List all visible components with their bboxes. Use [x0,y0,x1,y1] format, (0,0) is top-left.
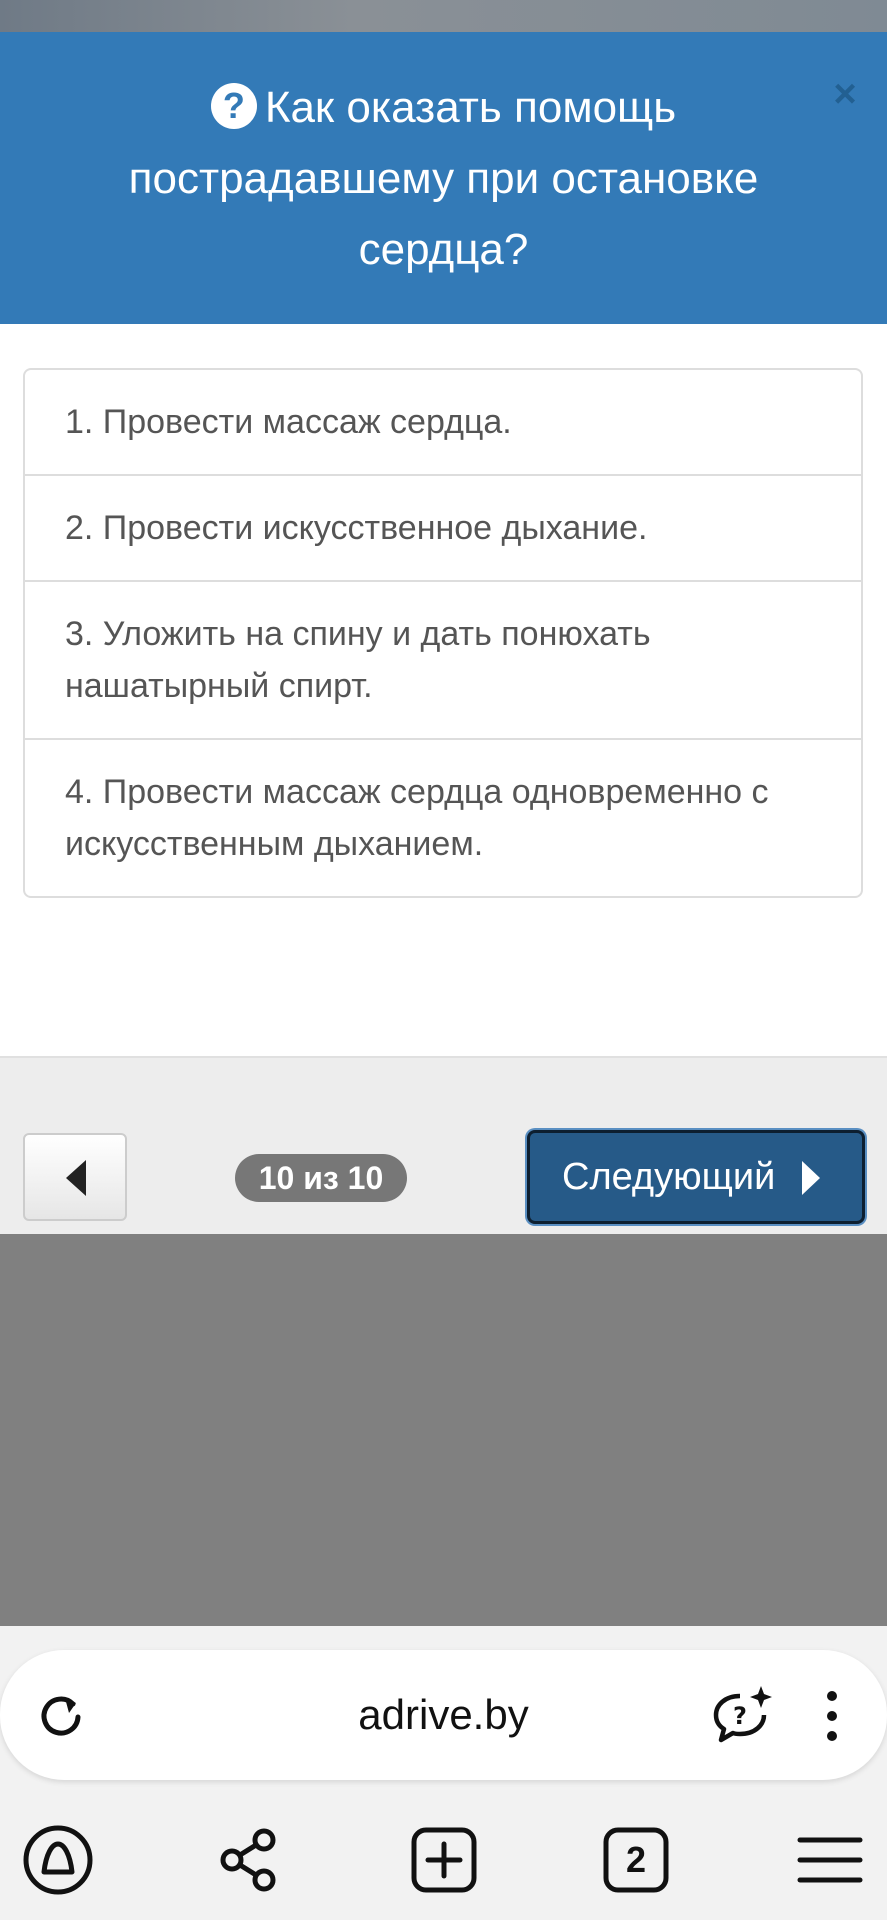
next-button[interactable]: Следующий [527,1130,865,1224]
question-counter: 10 из 10 [235,1154,407,1202]
svg-text:?: ? [733,1702,747,1730]
menu-icon[interactable] [794,1824,866,1896]
browser-toolbar: adrive.by ? 2 [0,1626,887,1920]
answer-option-4[interactable]: 4. Провести массаж сердца одновременно с… [25,740,861,896]
tabs-count: 2 [625,1839,647,1880]
quiz-modal: ? Как оказать помощь пострадавшему при ос… [0,32,887,1234]
answer-option-3[interactable]: 3. Уложить на спину и дать понюхать наша… [25,582,861,740]
share-icon[interactable] [214,1824,286,1896]
status-strip [0,0,887,32]
answer-list: 1. Провести массаж сердца. 2. Провести и… [23,368,863,898]
modal-footer: 10 из 10 Следующий [0,1056,887,1234]
new-tab-icon[interactable] [408,1824,480,1896]
reload-icon[interactable] [36,1690,86,1740]
close-button[interactable]: × [823,72,867,116]
caret-left-icon [66,1160,86,1196]
next-button-label: Следующий [562,1156,776,1198]
more-vert-icon[interactable] [820,1688,844,1744]
previous-button[interactable] [23,1133,127,1221]
address-bar[interactable]: adrive.by ? [0,1650,887,1780]
caret-right-icon [802,1161,820,1195]
alice-icon[interactable] [22,1824,94,1896]
tabs-button[interactable]: 2 [600,1824,672,1896]
question-circle-icon: ? [210,83,257,129]
ai-chat-icon[interactable]: ? [710,1684,776,1746]
modal-header: ? Как оказать помощь пострадавшему при ос… [0,32,887,324]
modal-title-wrap: ? Как оказать помощь пострадавшему при ос… [60,72,827,285]
answer-option-1[interactable]: 1. Провести массаж сердца. [25,370,861,476]
answer-option-2[interactable]: 2. Провести искусственное дыхание. [25,476,861,582]
